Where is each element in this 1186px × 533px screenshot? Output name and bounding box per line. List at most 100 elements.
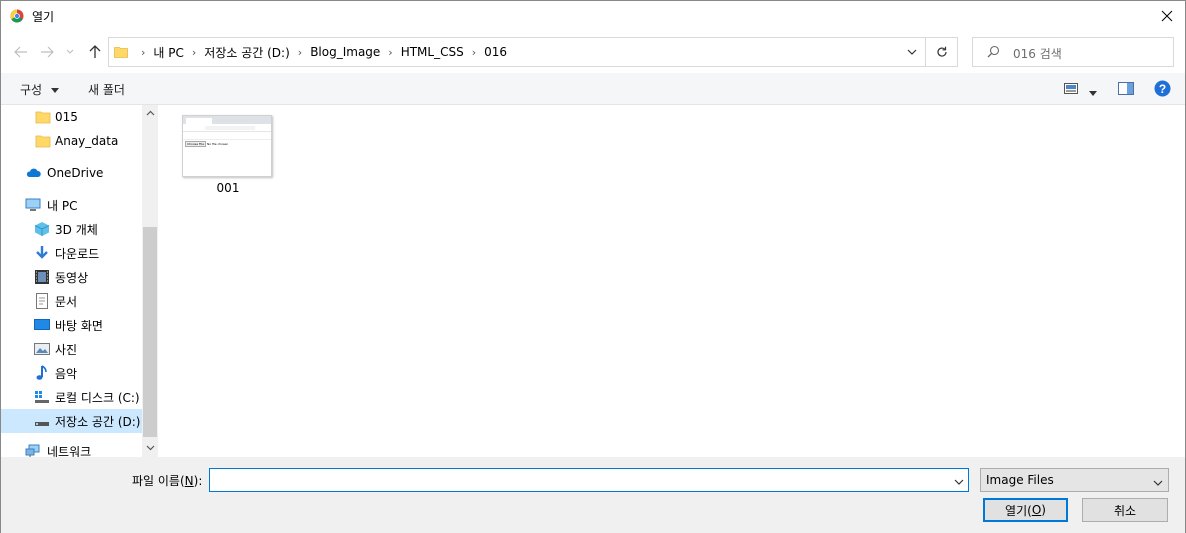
caret-down-icon xyxy=(1089,91,1097,96)
arrow-up-icon xyxy=(89,45,101,58)
back-button[interactable] xyxy=(11,42,31,62)
file-name: 001 xyxy=(216,181,240,195)
arrow-right-icon xyxy=(41,46,54,58)
open-button[interactable]: 열기(O) xyxy=(983,498,1068,522)
chevron-down-icon xyxy=(66,49,74,54)
dialog-footer: 파일 이름(N): Image Files 열기(O) 취소 xyxy=(1,457,1185,533)
scrollbar-thumb[interactable] xyxy=(143,227,157,437)
nav-item-documents[interactable]: 문서 xyxy=(1,289,142,313)
change-view-button[interactable] xyxy=(1064,83,1078,97)
command-bar: 구성 새 폴더 ? xyxy=(1,73,1185,105)
search-icon xyxy=(987,45,1000,58)
file-type-select[interactable]: Image Files xyxy=(980,468,1169,492)
folder-icon xyxy=(35,135,51,148)
open-label: 열기( xyxy=(1005,503,1032,518)
network-icon xyxy=(25,444,40,457)
recent-locations-button[interactable] xyxy=(63,42,77,62)
search-input[interactable]: 016 검색 xyxy=(1013,45,1062,62)
nav-item-label: OneDrive xyxy=(47,166,104,180)
svg-text:?: ? xyxy=(1159,82,1166,96)
file-list[interactable]: Choose File No file chosen 001 xyxy=(158,105,1185,457)
video-icon xyxy=(35,270,49,284)
nav-item-015[interactable]: 015 xyxy=(1,105,142,129)
drive-icon xyxy=(35,391,49,403)
nav-item-videos[interactable]: 동영상 xyxy=(1,265,142,289)
nav-item-label: 바탕 화면 xyxy=(55,318,103,333)
desktop-icon xyxy=(34,319,50,330)
search-box[interactable]: 016 검색 xyxy=(972,37,1174,67)
folder-icon xyxy=(35,111,51,124)
preview-pane-button[interactable] xyxy=(1118,82,1134,98)
nav-item-label: 내 PC xyxy=(47,198,78,213)
chevron-right-icon[interactable]: › xyxy=(472,46,476,59)
nav-item-3d-objects[interactable]: 3D 개체 xyxy=(1,217,142,241)
chevron-right-icon[interactable]: › xyxy=(388,46,392,59)
up-button[interactable] xyxy=(85,42,105,62)
open-mnemonic: O xyxy=(1031,503,1042,517)
nav-item-label: 사진 xyxy=(55,342,78,357)
nav-item-pictures[interactable]: 사진 xyxy=(1,337,142,361)
arrow-left-icon xyxy=(14,46,27,58)
file-item[interactable]: Choose File No file chosen 001 xyxy=(181,114,275,202)
breadcrumb-item[interactable]: 내 PC xyxy=(153,44,183,61)
nav-item-desktop[interactable]: 바탕 화면 xyxy=(1,313,142,337)
breadcrumb-item[interactable]: 저장소 공간 (D:) xyxy=(204,44,289,61)
cancel-button[interactable]: 취소 xyxy=(1082,498,1168,522)
folder-icon xyxy=(114,47,128,58)
nav-scrollbar[interactable] xyxy=(142,105,158,457)
filename-history-button[interactable] xyxy=(954,474,964,488)
nav-item-label: Anay_data xyxy=(55,134,119,148)
document-icon xyxy=(36,293,48,309)
window-title: 열기 xyxy=(32,10,55,24)
forward-button[interactable] xyxy=(37,42,57,62)
chevron-right-icon[interactable]: › xyxy=(298,46,302,59)
chevron-down-icon xyxy=(146,445,154,451)
address-bar[interactable]: › 내 PC › 저장소 공간 (D:) › Blog_Image › HTML… xyxy=(108,37,926,67)
organize-button[interactable]: 구성 xyxy=(20,81,59,98)
cube-icon xyxy=(34,222,50,236)
pictures-icon xyxy=(34,343,50,355)
chevron-down-icon xyxy=(1153,480,1163,486)
filename-label: 파일 이름(N): xyxy=(132,472,202,489)
filename-mnemonic: N xyxy=(184,474,194,488)
filename-label-text: 파일 이름( xyxy=(132,474,185,488)
nav-item-onedrive[interactable]: OneDrive xyxy=(1,161,142,185)
address-history-button[interactable] xyxy=(905,45,919,59)
preview-pane-icon xyxy=(1118,82,1134,95)
nav-item-label: 다운로드 xyxy=(55,246,100,261)
cloud-icon xyxy=(26,168,41,177)
organize-label: 구성 xyxy=(20,83,43,97)
chevron-up-icon xyxy=(146,110,154,116)
open-file-dialog: 열기 › 내 PC › 저장소 공간 (D:) › Blog_Image › H… xyxy=(0,0,1186,533)
nav-item-downloads[interactable]: 다운로드 xyxy=(1,241,142,265)
refresh-icon xyxy=(936,46,947,57)
nav-item-music[interactable]: 음악 xyxy=(1,361,142,385)
close-icon xyxy=(1161,10,1173,22)
close-button[interactable] xyxy=(1149,1,1185,31)
scroll-down-button[interactable] xyxy=(145,444,155,454)
title-bar: 열기 xyxy=(1,1,1185,31)
filename-label-end: ): xyxy=(193,474,203,488)
file-type-value: Image Files xyxy=(986,473,1054,487)
nav-item-label: 015 xyxy=(55,110,78,124)
nav-item-this-pc[interactable]: 내 PC xyxy=(1,193,142,217)
view-options-button[interactable] xyxy=(1089,85,1097,99)
nav-item-network[interactable]: 네트워크 xyxy=(1,439,142,457)
help-button[interactable]: ? xyxy=(1154,80,1171,100)
refresh-button[interactable] xyxy=(926,37,958,67)
nav-item-storage-d[interactable]: 저장소 공간 (D:) xyxy=(1,409,142,433)
breadcrumb-item[interactable]: HTML_CSS xyxy=(401,45,464,59)
new-folder-button[interactable]: 새 폴더 xyxy=(88,81,125,98)
nav-item-anay-data[interactable]: Anay_data xyxy=(1,129,142,153)
scroll-up-button[interactable] xyxy=(145,109,155,119)
file-type-dropdown[interactable] xyxy=(1153,475,1163,489)
chrome-icon xyxy=(10,9,24,23)
filename-input[interactable] xyxy=(209,468,969,492)
chevron-down-icon xyxy=(907,49,917,55)
breadcrumb-item[interactable]: Blog_Image xyxy=(310,45,380,59)
breadcrumb-item[interactable]: 016 xyxy=(484,45,507,59)
chevron-right-icon[interactable]: › xyxy=(192,46,196,59)
nav-item-local-disk-c[interactable]: 로컬 디스크 (C:) xyxy=(1,385,142,409)
nav-item-label: 로컬 디스크 (C:) xyxy=(55,390,140,405)
open-label-end: ) xyxy=(1041,503,1046,517)
